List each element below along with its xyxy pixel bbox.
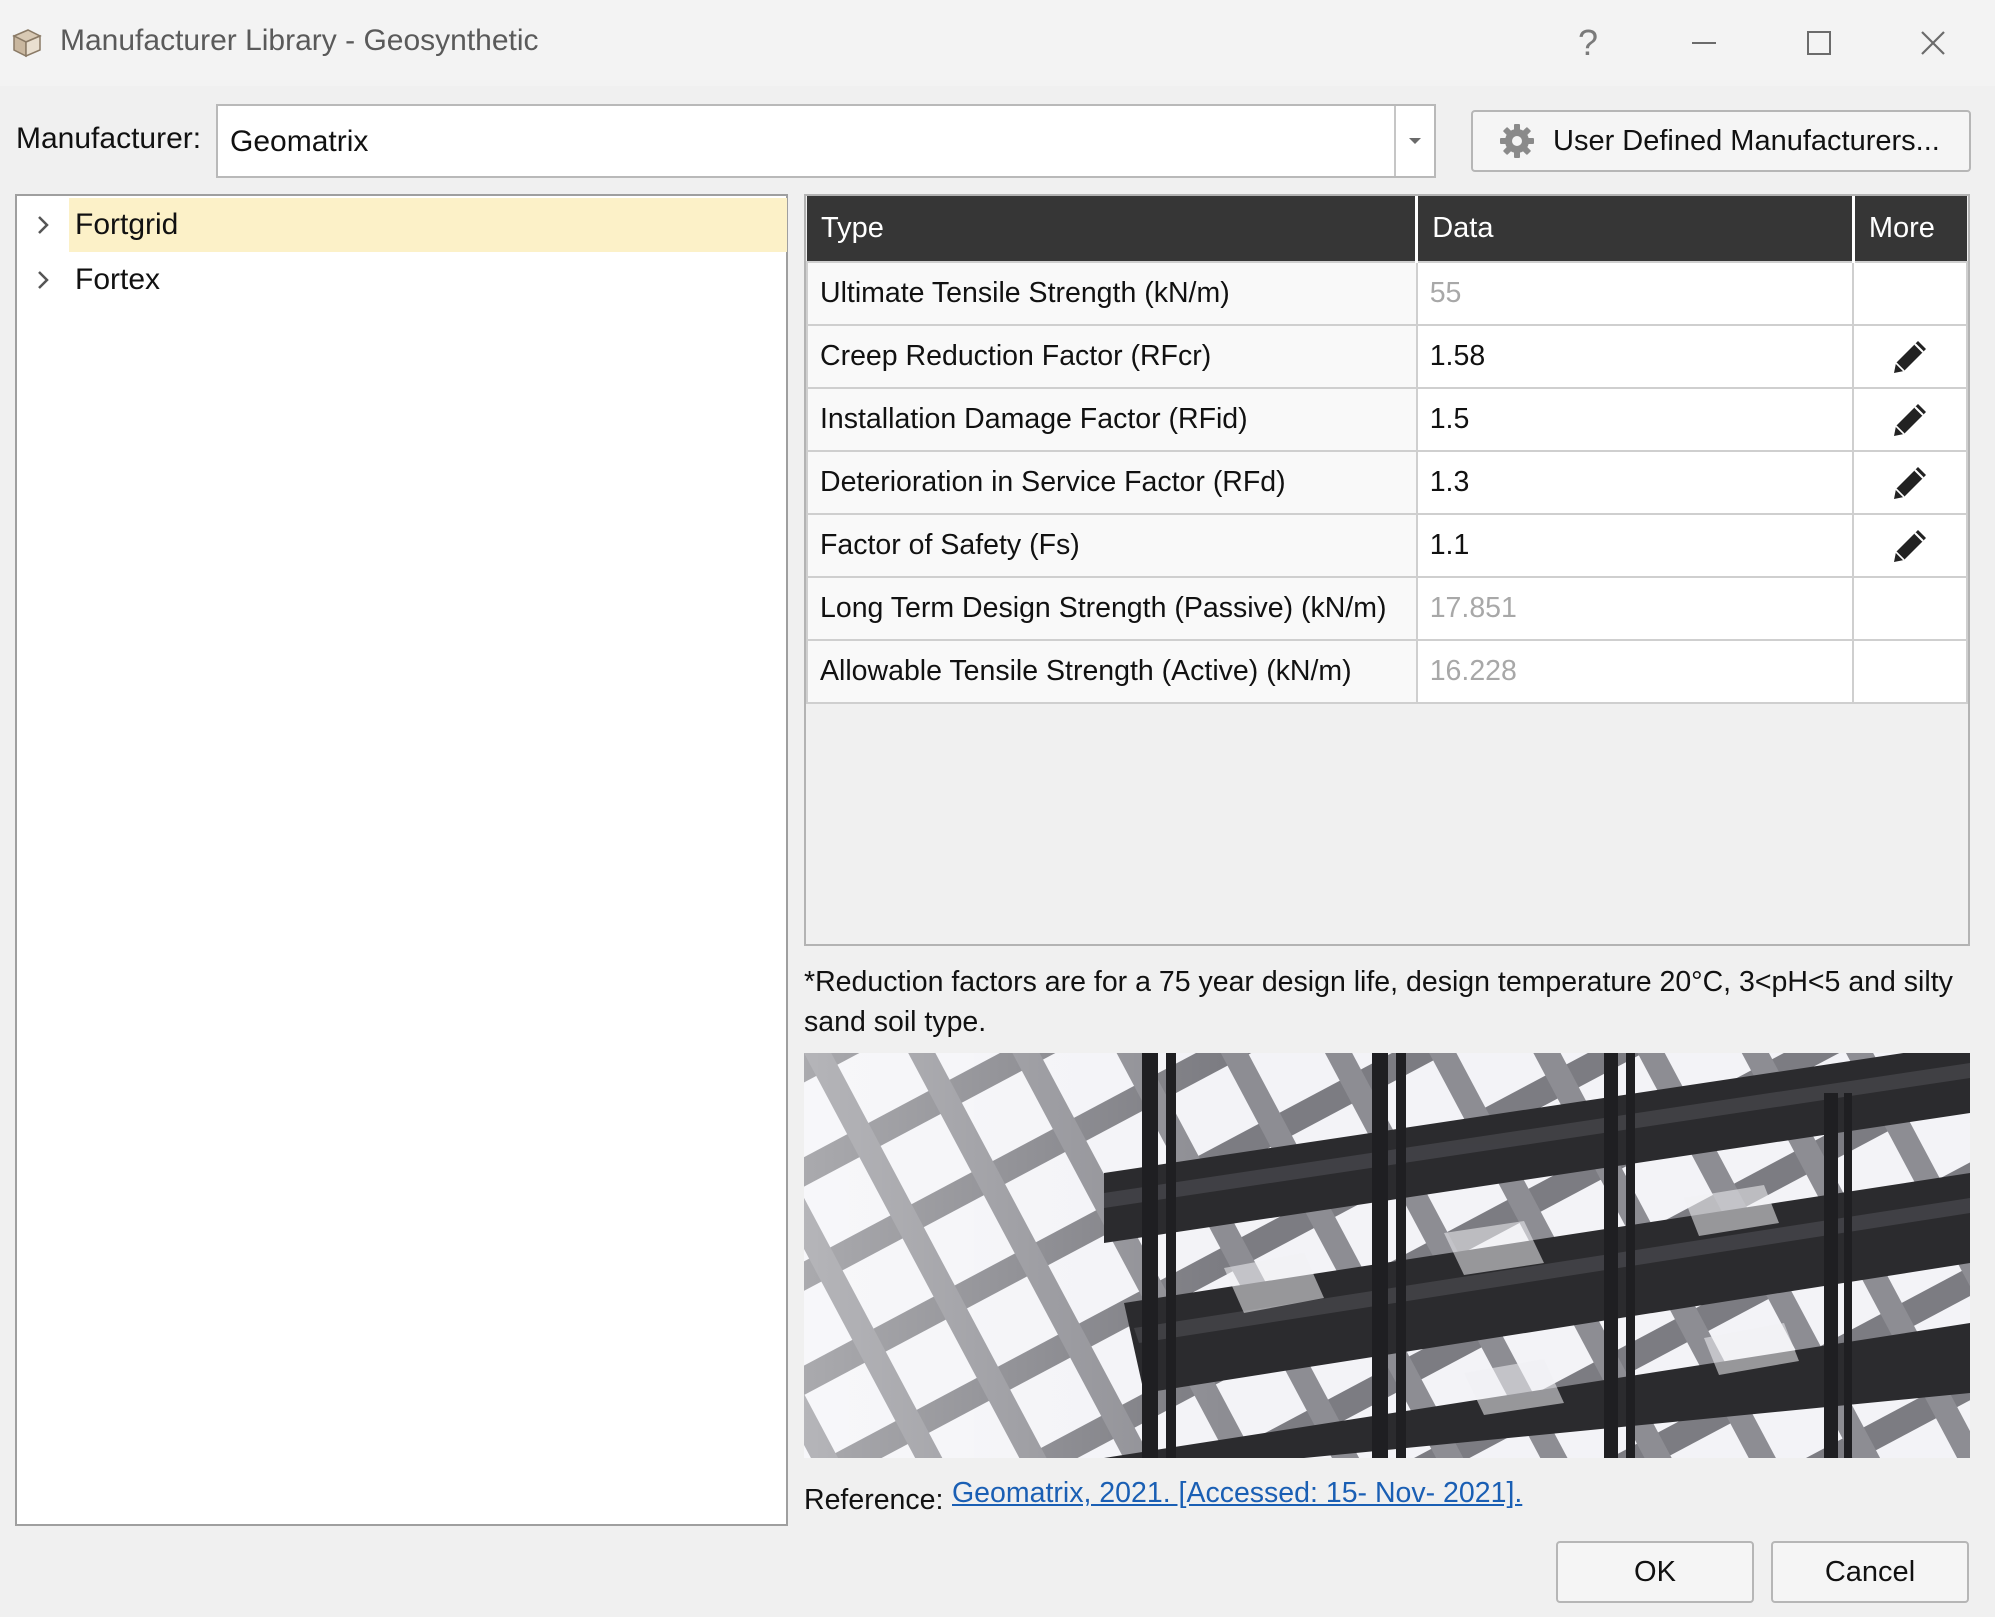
type-cell: Allowable Tensile Strength (Active) (kN/… xyxy=(806,639,1418,704)
data-cell[interactable]: 1.3 xyxy=(1415,450,1855,515)
manufacturer-library-dialog: Manufacturer Library - Geosynthetic ? Ma… xyxy=(0,0,1995,1617)
more-cell xyxy=(1852,387,1968,452)
cancel-button[interactable]: Cancel xyxy=(1771,1541,1969,1603)
tree-item-fortgrid[interactable]: Fortgrid xyxy=(17,198,788,252)
tree-item-label: Fortex xyxy=(75,263,161,296)
close-icon xyxy=(1921,31,1945,55)
column-header-data: Data xyxy=(1416,196,1855,262)
data-cell: 55 xyxy=(1415,261,1855,326)
manufacturer-value: Geomatrix xyxy=(230,125,369,158)
product-image xyxy=(804,1053,1970,1458)
table-row: Allowable Tensile Strength (Active) (kN/… xyxy=(806,639,1968,704)
user-defined-manufacturers-label: User Defined Manufacturers... xyxy=(1553,124,1940,157)
table-row: Factor of Safety (Fs) 1.1 xyxy=(806,513,1968,578)
more-cell xyxy=(1852,261,1968,326)
properties-table: Type Data More Ultimate Tensile Strength… xyxy=(806,196,1968,704)
data-cell: 17.851 xyxy=(1415,576,1855,641)
table-row: Creep Reduction Factor (RFcr) 1.58 xyxy=(806,324,1968,389)
column-header-type: Type xyxy=(807,196,1419,262)
data-cell[interactable]: 1.58 xyxy=(1415,324,1855,389)
reference-label: Reference: xyxy=(804,1484,944,1516)
type-cell: Long Term Design Strength (Passive) (kN/… xyxy=(806,576,1418,641)
table-row: Ultimate Tensile Strength (kN/m) 55 xyxy=(806,261,1968,326)
chevron-down-icon xyxy=(1409,138,1421,144)
user-defined-manufacturers-button[interactable]: User Defined Manufacturers... xyxy=(1471,110,1971,172)
more-cell xyxy=(1852,324,1968,389)
table-row: Installation Damage Factor (RFid) 1.5 xyxy=(806,387,1968,452)
title-bar: Manufacturer Library - Geosynthetic ? xyxy=(0,0,1995,86)
app-book-icon xyxy=(12,29,42,58)
close-button[interactable] xyxy=(1888,12,1978,74)
tree-item-label: Fortgrid xyxy=(69,198,787,252)
maximize-icon xyxy=(1807,31,1831,55)
table-row: Deterioration in Service Factor (RFd) 1.… xyxy=(806,450,1968,515)
pencil-icon[interactable] xyxy=(1890,526,1930,566)
manufacturer-dropdown-toggle[interactable] xyxy=(1394,106,1434,176)
manufacturer-select[interactable]: Geomatrix xyxy=(216,104,1436,178)
more-cell xyxy=(1852,576,1968,641)
pencil-icon[interactable] xyxy=(1890,337,1930,377)
help-button[interactable]: ? xyxy=(1543,12,1633,74)
product-tree[interactable]: Fortgrid Fortex xyxy=(15,194,788,1526)
minimize-button[interactable] xyxy=(1659,12,1749,74)
more-cell xyxy=(1852,450,1968,515)
chevron-right-icon[interactable] xyxy=(33,267,55,293)
maximize-button[interactable] xyxy=(1774,12,1864,74)
reference-link[interactable]: Geomatrix, 2021. [Accessed: 15- Nov- 202… xyxy=(952,1477,1522,1510)
column-header-more: More xyxy=(1853,196,1967,262)
help-icon: ? xyxy=(1577,22,1599,63)
type-cell: Installation Damage Factor (RFid) xyxy=(806,387,1418,452)
chevron-right-icon[interactable] xyxy=(33,212,55,238)
more-cell xyxy=(1852,639,1968,704)
data-cell: 16.228 xyxy=(1415,639,1855,704)
type-cell: Deterioration in Service Factor (RFd) xyxy=(806,450,1418,515)
pencil-icon[interactable] xyxy=(1890,463,1930,503)
pencil-icon[interactable] xyxy=(1890,400,1930,440)
data-cell[interactable]: 1.1 xyxy=(1415,513,1855,578)
ok-button[interactable]: OK xyxy=(1556,1541,1754,1603)
type-cell: Creep Reduction Factor (RFcr) xyxy=(806,324,1418,389)
properties-table-container: Type Data More Ultimate Tensile Strength… xyxy=(804,194,1970,946)
minimize-icon xyxy=(1692,42,1716,44)
more-cell xyxy=(1852,513,1968,578)
data-cell[interactable]: 1.5 xyxy=(1415,387,1855,452)
tree-item-fortex[interactable]: Fortex xyxy=(17,253,788,307)
manufacturer-label: Manufacturer: xyxy=(16,122,202,155)
gear-icon xyxy=(1500,124,1534,158)
table-row: Long Term Design Strength (Passive) (kN/… xyxy=(806,576,1968,641)
type-cell: Ultimate Tensile Strength (kN/m) xyxy=(806,261,1418,326)
type-cell: Factor of Safety (Fs) xyxy=(806,513,1418,578)
window-title: Manufacturer Library - Geosynthetic xyxy=(60,24,539,57)
reduction-factors-note: *Reduction factors are for a 75 year des… xyxy=(804,966,1953,1038)
